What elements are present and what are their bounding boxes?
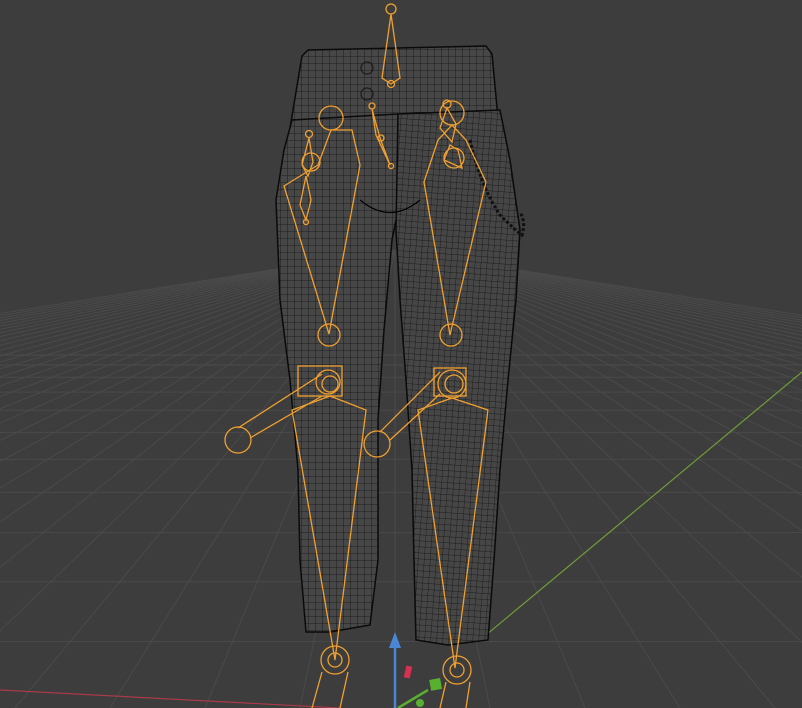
gizmo-y-handle[interactable] <box>429 678 442 691</box>
gizmo-z-arrow-icon[interactable] <box>389 632 401 648</box>
gizmo-y-dot[interactable] <box>416 699 424 707</box>
pants-right-leg <box>395 109 521 646</box>
y-axis-line <box>479 371 802 641</box>
gizmo-x-handle[interactable] <box>403 665 413 679</box>
viewport-canvas[interactable] <box>0 0 802 708</box>
x-axis-line <box>0 689 341 708</box>
pants-mesh[interactable] <box>275 45 526 646</box>
foot-right[interactable] <box>439 655 472 708</box>
foot-left[interactable] <box>311 645 350 708</box>
gizmo-y-axis[interactable] <box>397 688 429 708</box>
pants-left-leg <box>275 113 401 633</box>
3d-viewport[interactable] <box>0 0 802 708</box>
